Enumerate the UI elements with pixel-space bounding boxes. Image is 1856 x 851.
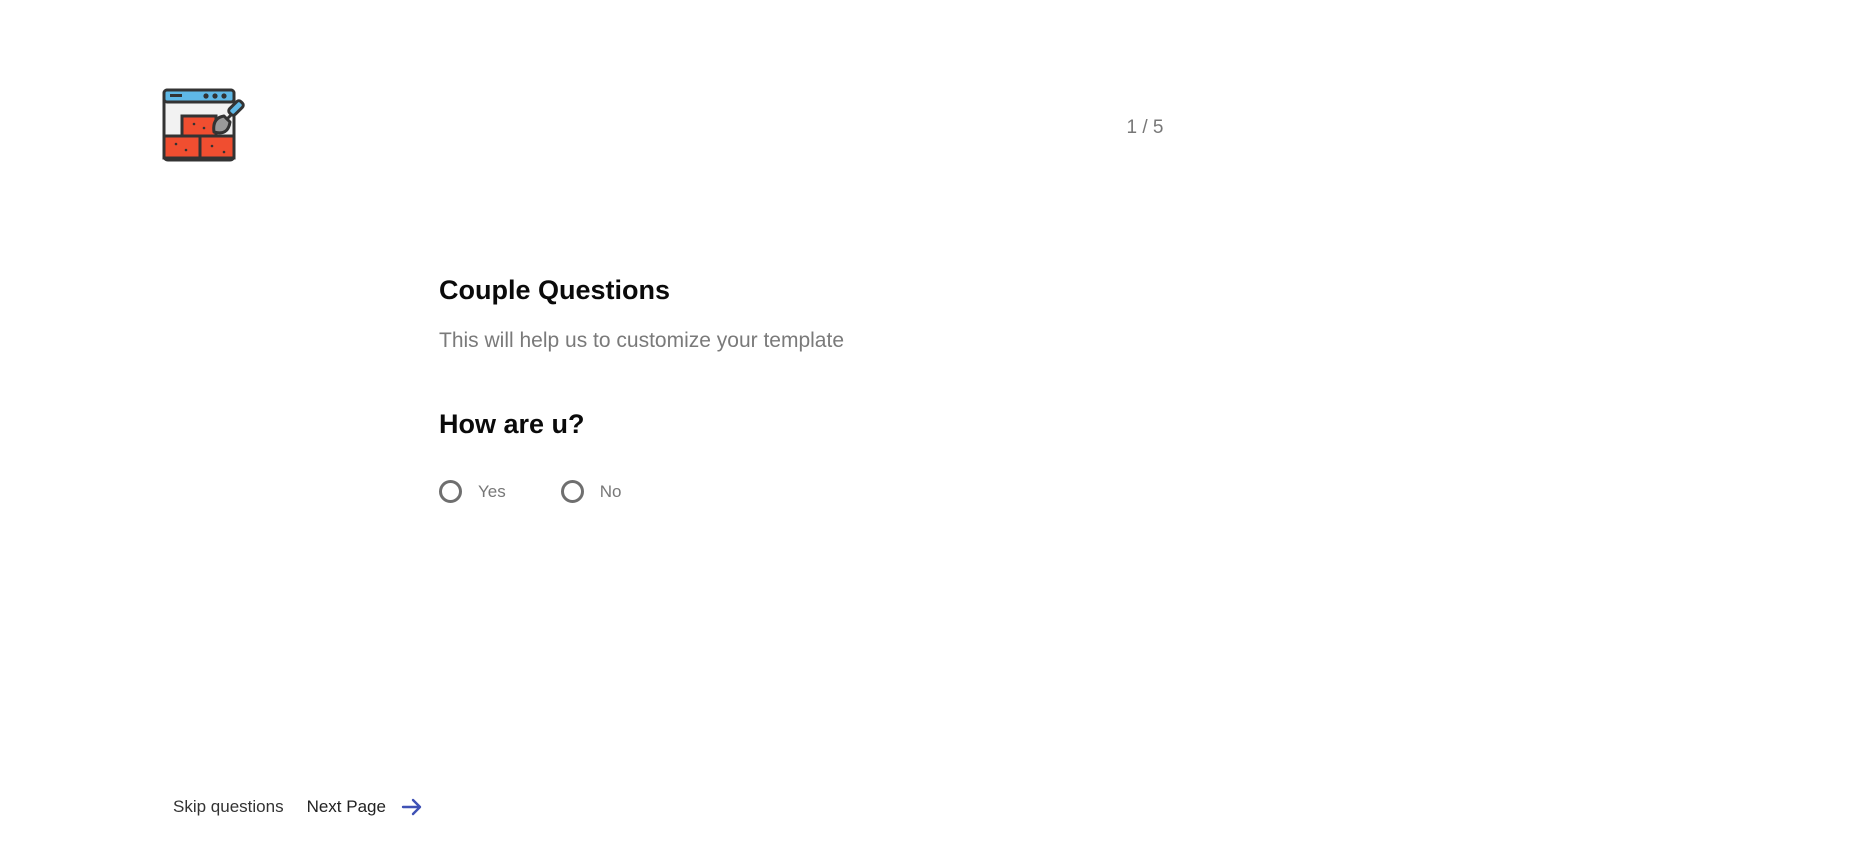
question-form: Couple Questions This will help us to cu… [439,272,1139,503]
radio-button-no[interactable] [560,480,584,503]
option-yes-label[interactable]: Yes [478,482,506,502]
radio-group: Yes No [439,480,1139,503]
page-subtitle: This will help us to customize your temp… [439,329,844,352]
option-no[interactable]: No [560,480,622,503]
next-page-label[interactable]: Next Page [307,797,386,817]
option-yes[interactable]: Yes [439,480,506,503]
skip-questions-link[interactable]: Skip questions [173,797,284,817]
brick-wall-trowel-icon [162,88,254,162]
page-title: Couple Questions [439,275,671,305]
step-counter: 1 / 5 [1126,117,1164,138]
radio-button-yes[interactable] [439,480,462,503]
arrow-right-icon[interactable] [400,795,424,819]
question-label: How are u? [439,409,585,439]
option-no-label[interactable]: No [600,482,622,502]
onboarding-page: 1 / 5 Couple Questions This will help us… [0,0,1856,851]
footer-nav: Skip questions Next Page [173,795,424,819]
next-page-button[interactable]: Next Page [307,795,424,819]
